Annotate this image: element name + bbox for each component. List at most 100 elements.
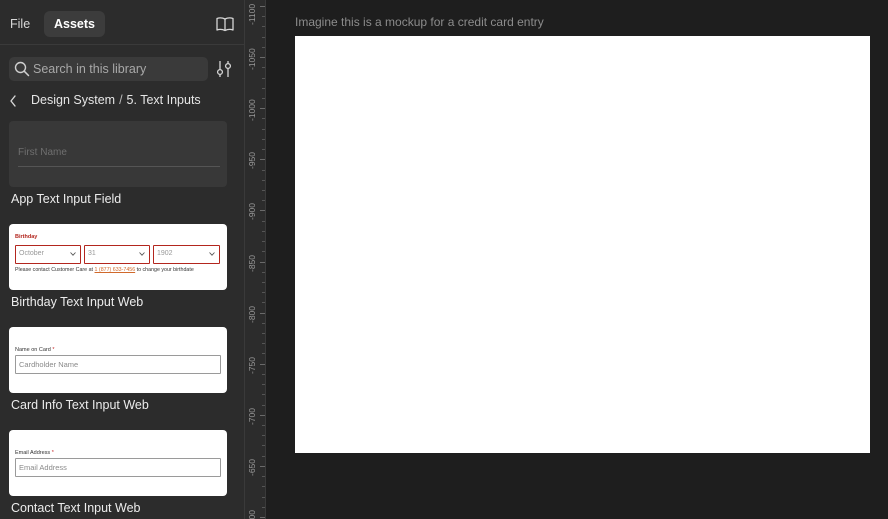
ruler-minor-tick — [262, 281, 265, 283]
component-thumbnail-card-info-input[interactable]: Name on Card * Cardholder Name — [9, 327, 227, 393]
frame[interactable] — [295, 36, 870, 453]
ruler-minor-tick — [262, 118, 265, 120]
preview-month-select: October — [15, 245, 81, 264]
preview-day-value: 31 — [88, 250, 96, 257]
ruler-tick — [260, 57, 265, 59]
chevron-down-icon — [209, 252, 215, 256]
ruler-minor-tick — [262, 220, 265, 222]
ruler-minor-tick — [262, 333, 265, 335]
ruler-tick — [260, 210, 265, 212]
ruler-minor-tick — [262, 343, 265, 345]
preview-label: Birthday — [15, 234, 38, 240]
ruler-minor-tick — [262, 445, 265, 447]
ruler-minor-tick — [262, 169, 265, 171]
search-input[interactable] — [33, 57, 203, 81]
ruler-minor-tick — [262, 496, 265, 498]
ruler-label: -1050 — [247, 47, 257, 70]
preview-underline — [18, 166, 220, 167]
help-phone-link: 1 (877) 633-7456 — [94, 267, 136, 273]
ruler-minor-tick — [262, 292, 265, 294]
help-suffix: to change your birthdate — [136, 267, 194, 273]
component-thumbnail-app-text-input[interactable]: First Name — [9, 121, 227, 187]
chevron-down-icon — [70, 252, 76, 256]
ruler-tick — [260, 6, 265, 7]
preview-year-value: 1902 — [157, 250, 173, 257]
ruler-minor-tick — [262, 36, 265, 38]
preview-placeholder: Email Address — [19, 463, 67, 472]
ruler-tick — [260, 312, 265, 314]
component-title[interactable]: Birthday Text Input Web — [11, 295, 143, 309]
preview-placeholder: First Name — [18, 147, 67, 158]
ruler-minor-tick — [262, 373, 265, 375]
ruler-minor-tick — [262, 138, 265, 140]
help-prefix: Please contact Customer Care at — [15, 267, 94, 273]
ruler-minor-tick — [262, 302, 265, 304]
ruler-tick — [260, 517, 265, 518]
required-marker: * — [52, 347, 55, 353]
ruler-minor-tick — [262, 271, 265, 273]
ruler-minor-tick — [262, 87, 265, 89]
component-title[interactable]: App Text Input Field — [11, 192, 121, 206]
search-icon — [14, 61, 30, 77]
ruler-minor-tick — [262, 230, 265, 232]
preview-placeholder: Cardholder Name — [19, 360, 79, 369]
required-marker: * — [51, 450, 54, 456]
ruler-minor-tick — [262, 200, 265, 202]
ruler-label: -750 — [247, 356, 257, 374]
vertical-ruler[interactable]: -1100 -1050 -1000 -950 -900 -850 -800 -750 -700 -… — [244, 0, 266, 519]
ruler-minor-tick — [262, 26, 265, 28]
preview-input: Cardholder Name — [15, 355, 221, 374]
search-box[interactable] — [9, 57, 208, 81]
preview-label-text: Email Address — [15, 450, 51, 456]
ruler-tick — [260, 159, 265, 161]
ruler-label: -650 — [247, 458, 257, 476]
ruler-label: -600 — [247, 509, 257, 519]
book-open-icon[interactable] — [216, 16, 234, 32]
preview-input: Email Address — [15, 458, 221, 477]
preview-label: Name on Card * — [15, 347, 54, 353]
breadcrumb-parent[interactable]: Design System — [31, 93, 115, 107]
ruler-minor-tick — [262, 404, 265, 406]
ruler-label: -700 — [247, 407, 257, 425]
preview-day-select: 31 — [84, 245, 150, 264]
component-title[interactable]: Contact Text Input Web — [11, 501, 140, 515]
preview-label-text: Name on Card — [15, 347, 51, 353]
ruler-minor-tick — [262, 353, 265, 355]
ruler-minor-tick — [262, 241, 265, 243]
component-thumbnail-birthday-input[interactable]: Birthday October 31 1902 Please contact … — [9, 224, 227, 290]
chevron-left-icon[interactable] — [8, 94, 18, 108]
preview-year-select: 1902 — [153, 245, 220, 264]
assets-panel: File Assets Design System /5. Text Inputs… — [0, 0, 244, 519]
ruler-label: -800 — [247, 305, 257, 323]
sliders-icon[interactable] — [216, 60, 232, 78]
ruler-tick — [260, 261, 265, 263]
ruler-minor-tick — [262, 97, 265, 99]
ruler-minor-tick — [262, 46, 265, 48]
component-thumbnail-contact-input[interactable]: Email Address * Email Address — [9, 430, 227, 496]
ruler-minor-tick — [262, 476, 265, 478]
ruler-label: -950 — [247, 152, 257, 170]
ruler-minor-tick — [262, 149, 265, 151]
ruler-label: -900 — [247, 203, 257, 221]
ruler-minor-tick — [262, 394, 265, 396]
ruler-minor-tick — [262, 189, 265, 191]
ruler-minor-tick — [262, 67, 265, 69]
breadcrumb: Design System /5. Text Inputs — [0, 90, 244, 112]
breadcrumb-separator: / — [119, 93, 123, 107]
breadcrumb-path: Design System /5. Text Inputs — [31, 93, 201, 107]
canvas[interactable]: Imagine this is a mockup for a credit ca… — [266, 0, 888, 519]
component-title[interactable]: Card Info Text Input Web — [11, 398, 149, 412]
ruler-label: -1000 — [247, 98, 257, 121]
ruler-minor-tick — [262, 251, 265, 253]
ruler-minor-tick — [262, 322, 265, 324]
ruler-tick — [260, 414, 265, 416]
ruler-minor-tick — [262, 77, 265, 79]
tab-file[interactable]: File — [10, 11, 30, 37]
preview-help-text: Please contact Customer Care at 1 (877) … — [15, 267, 215, 274]
ruler-minor-tick — [262, 384, 265, 386]
frame-label[interactable]: Imagine this is a mockup for a credit ca… — [295, 15, 544, 29]
tab-assets[interactable]: Assets — [44, 11, 105, 37]
chevron-down-icon — [139, 252, 145, 256]
ruler-minor-tick — [262, 16, 265, 18]
ruler-label: -1100 — [247, 3, 257, 25]
